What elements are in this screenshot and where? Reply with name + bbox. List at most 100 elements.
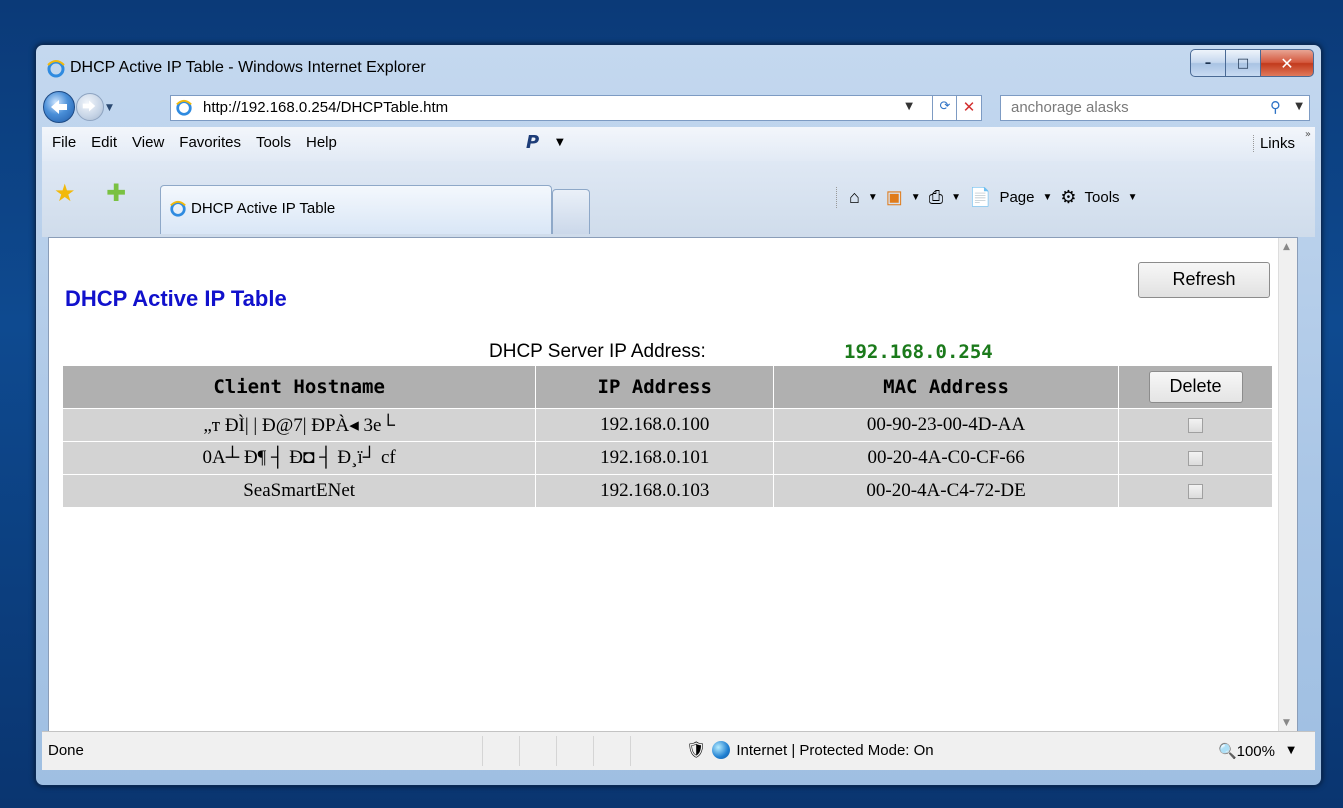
page-menu-button[interactable]: Page [999, 189, 1034, 206]
delete-button[interactable]: Delete [1148, 371, 1243, 403]
menu-edit[interactable]: Edit [91, 134, 117, 151]
tools-dropdown-icon[interactable]: ▼ [1128, 192, 1138, 203]
scroll-up-icon[interactable]: ▲ [1283, 242, 1290, 252]
print-icon[interactable]: ⎙ [929, 187, 943, 208]
header-ip-address: IP Address [535, 366, 775, 409]
chevron-right-icon[interactable]: » [1305, 129, 1311, 140]
search-icon[interactable]: ⚲ [1270, 98, 1281, 116]
tab-bar: ★ ✚ DHCP Active IP Table ⌂ ▼ ▣ ▼ ⎙ ▼ 📄 Page… [42, 161, 1315, 237]
menu-file[interactable]: File [52, 134, 76, 151]
close-button[interactable]: ✕ [1261, 49, 1314, 77]
paypal-dropdown-icon[interactable]: ▼ [556, 137, 564, 148]
favorites-star-icon[interactable]: ★ [54, 179, 76, 207]
header-client-hostname: Client Hostname [63, 366, 537, 409]
home-dropdown-icon[interactable]: ▼ [868, 192, 878, 203]
feeds-icon[interactable]: ▣ [886, 187, 903, 208]
new-tab-button[interactable] [552, 189, 590, 234]
address-dropdown-icon[interactable]: ▼ [905, 101, 913, 112]
row-hostname: „т ÐÌ| | Ð@7| ÐPÀ◂ 3e└ [63, 408, 537, 442]
address-row: ▼ http://192.168.0.254/DHCPTable.htm ▼ ⟳… [36, 89, 1321, 125]
row-ip: 192.168.0.100 [535, 408, 775, 442]
refresh-page-icon[interactable]: ⟳ [932, 95, 958, 121]
tab-label: DHCP Active IP Table [191, 200, 336, 217]
menu-view[interactable]: View [132, 134, 164, 151]
menu-tools[interactable]: Tools [256, 134, 291, 151]
minimize-button[interactable]: – [1190, 49, 1226, 77]
page-icon: 📄 [969, 187, 992, 207]
table-row: SeaSmartENet 192.168.0.103 00-20-4A-C4-7… [63, 474, 1273, 507]
row-select-cell [1118, 441, 1273, 475]
arrow-left-icon [51, 100, 67, 114]
title-bar: DHCP Active IP Table - Windows Internet … [36, 45, 1321, 89]
browser-window: DHCP Active IP Table - Windows Internet … [35, 44, 1322, 786]
status-panels [482, 736, 667, 766]
menu-help[interactable]: Help [306, 134, 337, 151]
search-text[interactable]: anchorage alasks [1011, 99, 1129, 116]
stop-icon[interactable]: ✕ [956, 95, 982, 121]
scroll-down-icon[interactable]: ▼ [1283, 718, 1290, 728]
window-controls: – □ ✕ [1190, 49, 1314, 77]
internet-globe-icon [712, 741, 731, 759]
tab-dhcp-table[interactable]: DHCP Active IP Table [160, 185, 552, 234]
menu-items: File Edit View Favorites Tools Help [52, 134, 337, 151]
security-zone[interactable]: 🛡 Internet | Protected Mode: On [686, 740, 934, 760]
page-title: DHCP Active IP Table [65, 286, 287, 311]
search-dropdown-icon[interactable]: ▼ [1295, 101, 1303, 112]
zoom-value: 100% [1236, 743, 1275, 760]
refresh-button[interactable]: Refresh [1138, 262, 1270, 298]
menu-bar: File Edit View Favorites Tools Help P ▼ … [42, 127, 1315, 162]
dhcp-table: Client Hostname IP Address MAC Address D… [63, 366, 1273, 507]
ie-logo-icon [47, 60, 65, 78]
status-text: Done [48, 742, 84, 759]
row-ip: 192.168.0.101 [535, 441, 775, 475]
server-ip-label: DHCP Server IP Address: [489, 341, 706, 362]
history-dropdown-icon[interactable]: ▼ [106, 103, 113, 113]
maximize-button[interactable]: □ [1226, 49, 1261, 77]
tools-gear-icon: ⚙ [1060, 187, 1077, 207]
table-row: „т ÐÌ| | Ð@7| ÐPÀ◂ 3e└ 192.168.0.100 00-… [63, 408, 1273, 442]
page-dropdown-icon[interactable]: ▼ [1042, 192, 1052, 203]
row-select-cell [1118, 408, 1273, 442]
print-dropdown-icon[interactable]: ▼ [951, 192, 961, 203]
zoom-icon: 🔍 [1217, 743, 1237, 760]
table-header-row: Client Hostname IP Address MAC Address D… [63, 366, 1273, 409]
table-row: 0A┴ Ð¶ ┤ Ð◘ ┤ Ð¸ï┘ cf 192.168.0.101 00-2… [63, 441, 1273, 475]
row-select-checkbox[interactable] [1188, 484, 1203, 500]
status-bar: Done 🛡 Internet | Protected Mode: On 🔍10… [42, 731, 1315, 770]
window-title: DHCP Active IP Table - Windows Internet … [70, 59, 426, 76]
row-mac: 00-20-4A-C0-CF-66 [773, 441, 1119, 475]
zoom-level[interactable]: 🔍100% [1218, 742, 1275, 760]
back-button[interactable] [43, 91, 75, 123]
paypal-icon[interactable]: P [526, 132, 539, 153]
feeds-dropdown-icon[interactable]: ▼ [911, 192, 921, 203]
url-text[interactable]: http://192.168.0.254/DHCPTable.htm [203, 99, 448, 116]
row-select-checkbox[interactable] [1188, 451, 1203, 467]
vertical-scrollbar[interactable]: ▲ ▼ [1278, 238, 1297, 732]
command-bar: ⌂ ▼ ▣ ▼ ⎙ ▼ 📄 Page ▼ ⚙ Tools ▼ [836, 187, 1137, 208]
row-select-cell [1118, 474, 1273, 507]
ie-tab-icon [170, 200, 186, 217]
row-select-checkbox[interactable] [1188, 418, 1203, 434]
add-favorite-icon[interactable]: ✚ [106, 179, 126, 207]
menu-favorites[interactable]: Favorites [179, 134, 241, 151]
row-ip: 192.168.0.103 [535, 474, 775, 507]
forward-button[interactable] [76, 93, 104, 121]
row-mac: 00-90-23-00-4D-AA [773, 408, 1119, 442]
row-hostname: SeaSmartENet [63, 474, 537, 507]
zone-text: Internet | Protected Mode: On [736, 741, 934, 759]
zoom-dropdown-icon[interactable]: ▼ [1287, 745, 1295, 756]
ie-page-icon [176, 99, 192, 116]
row-mac: 00-20-4A-C4-72-DE [773, 474, 1119, 507]
header-mac-address: MAC Address [773, 366, 1119, 409]
links-button[interactable]: Links [1252, 135, 1295, 152]
address-bar[interactable]: http://192.168.0.254/DHCPTable.htm ▼ [170, 95, 934, 121]
server-ip-value: 192.168.0.254 [844, 341, 993, 363]
arrow-right-icon [82, 100, 96, 112]
row-hostname: 0A┴ Ð¶ ┤ Ð◘ ┤ Ð¸ï┘ cf [63, 441, 537, 475]
page-content: DHCP Active IP Table Refresh DHCP Server… [48, 237, 1298, 733]
search-input[interactable]: anchorage alasks ⚲ ▼ [1000, 95, 1310, 121]
header-delete-cell: Delete [1118, 366, 1273, 409]
protected-mode-icon: 🛡 [686, 742, 707, 759]
tools-menu-button[interactable]: Tools [1085, 189, 1120, 206]
home-icon[interactable]: ⌂ [849, 187, 860, 208]
